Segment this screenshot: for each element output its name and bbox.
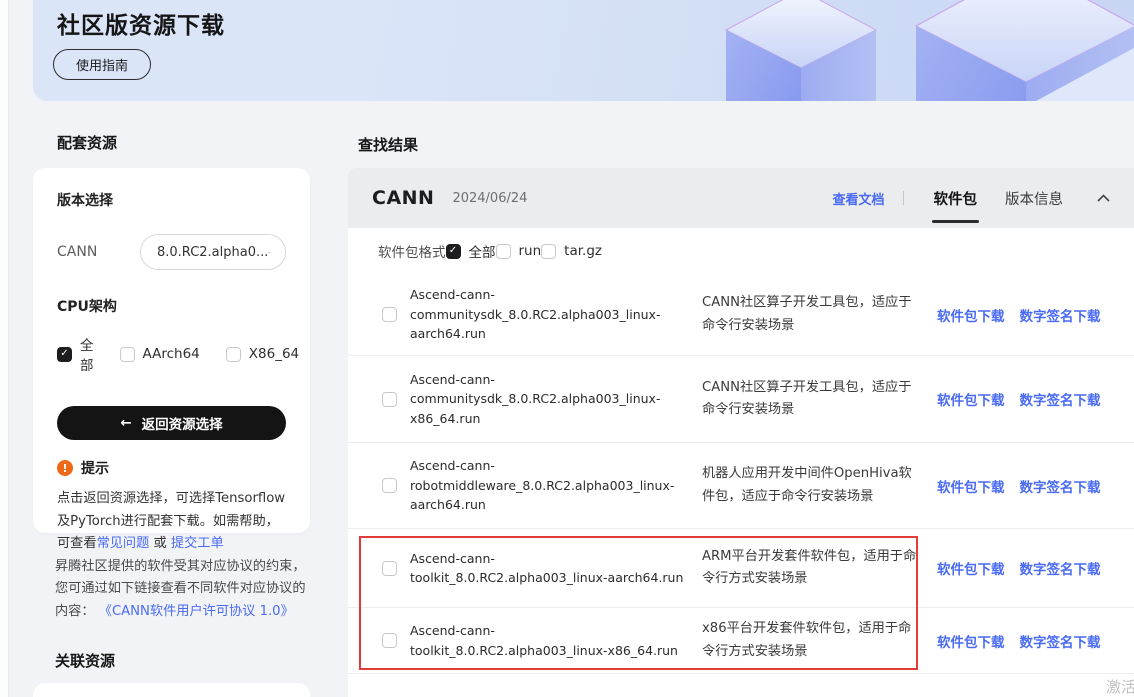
signature-download-link[interactable]: 数字签名下载: [1020, 558, 1101, 578]
package-row: Ascend-cann-robotmiddleware_8.0.RC2.alph…: [348, 443, 1134, 529]
checkbox[interactable]: [446, 244, 461, 259]
page-banner: 社区版资源下载 使用指南: [33, 0, 1134, 101]
arrow-left-icon: ←: [120, 415, 131, 431]
tip-paragraph: 点击返回资源选择，可选择Tensorflow及PyTorch进行配套下载。如需帮…: [57, 488, 289, 556]
checkbox-label: X86_64: [249, 346, 299, 362]
checkbox-label: run: [519, 243, 542, 259]
search-results-heading: 查找结果: [358, 134, 418, 155]
version-filter-card: 版本选择 CANN 8.0.RC2.alpha0... CPU架构 全部 AAr…: [33, 168, 310, 533]
tip-text-or: 或: [149, 536, 171, 551]
checkbox[interactable]: [541, 244, 556, 259]
version-dropdown-value: 8.0.RC2.alpha0...: [157, 245, 268, 260]
signature-download-link[interactable]: 数字签名下载: [1020, 631, 1101, 651]
checkbox-option[interactable]: tar.gz: [541, 243, 602, 259]
checkbox[interactable]: [120, 347, 135, 362]
package-row: Ascend-cann-toolkit_8.0.RC2.alpha003_lin…: [348, 529, 1134, 608]
chevron-up-icon: [1097, 194, 1110, 202]
related-resources-heading: 关联资源: [55, 650, 115, 671]
tab-software-package[interactable]: 软件包: [920, 168, 992, 228]
row-checkbox[interactable]: [382, 478, 397, 493]
user-guide-button[interactable]: 使用指南: [53, 49, 151, 80]
checkbox-label: AArch64: [143, 346, 200, 362]
faq-link[interactable]: 常见问题: [97, 536, 150, 551]
checkbox[interactable]: [226, 347, 241, 362]
package-group-name: CANN: [372, 187, 434, 209]
package-name: Ascend-cann-robotmiddleware_8.0.RC2.alph…: [410, 456, 690, 514]
version-dropdown[interactable]: 8.0.RC2.alpha0...: [140, 234, 286, 270]
release-date: 2024/06/24: [452, 191, 527, 206]
signature-download-link[interactable]: 数字签名下载: [1020, 389, 1101, 409]
row-checkbox[interactable]: [382, 392, 397, 407]
related-resources-card: [33, 683, 310, 697]
checkbox[interactable]: [496, 244, 511, 259]
checkbox-label: 全部: [469, 241, 496, 261]
package-row: Ascend-cann-communitysdk_8.0.RC2.alpha00…: [348, 356, 1134, 443]
activate-watermark: 激活: [1106, 676, 1134, 697]
cann-results-card: CANN 2024/06/24 查看文档 软件包 版本信息 软件包格式 全部 r…: [348, 168, 1134, 697]
cpu-arch-label: CPU架构: [57, 296, 286, 316]
package-download-link[interactable]: 软件包下载: [937, 558, 1005, 578]
submit-ticket-link[interactable]: 提交工单: [171, 536, 224, 551]
checkbox-option[interactable]: X86_64: [226, 346, 299, 362]
product-label: CANN: [57, 244, 97, 260]
package-name: Ascend-cann-communitysdk_8.0.RC2.alpha00…: [410, 285, 690, 343]
page-title: 社区版资源下载: [57, 6, 225, 40]
row-checkbox[interactable]: [382, 307, 397, 322]
collapse-button[interactable]: [1097, 194, 1110, 202]
package-name: Ascend-cann-communitysdk_8.0.RC2.alpha00…: [410, 370, 690, 428]
checkbox[interactable]: [57, 347, 72, 362]
package-description: CANN社区算子开发工具包，适应于命令行安装场景: [702, 377, 920, 422]
package-download-link[interactable]: 软件包下载: [937, 305, 1005, 325]
package-name: Ascend-cann-toolkit_8.0.RC2.alpha003_lin…: [410, 621, 690, 660]
package-description: 机器人应用开发中间件OpenHiva软件包，适应于命令行安装场景: [702, 463, 920, 508]
package-description: ARM平台开发套件软件包，适用于命令行方式安装场景: [702, 546, 920, 591]
page-left-gutter: [0, 0, 9, 697]
license-note: 昇腾社区提供的软件受其对应协议的约束，您可通过如下链接查看不同软件对应协议的内容…: [55, 556, 317, 623]
checkbox-label: tar.gz: [564, 243, 602, 259]
package-download-link[interactable]: 软件包下载: [937, 389, 1005, 409]
results-card-header: CANN 2024/06/24 查看文档 软件包 版本信息: [348, 168, 1134, 228]
checkbox-option[interactable]: run: [496, 243, 542, 259]
signature-download-link[interactable]: 数字签名下载: [1020, 476, 1101, 496]
cubes-illustration: [664, 0, 1134, 101]
package-description: x86平台开发套件软件包，适用于命令行方式安装场景: [702, 618, 920, 663]
back-to-resource-button[interactable]: ← 返回资源选择: [57, 406, 286, 440]
checkbox-option[interactable]: AArch64: [120, 346, 200, 362]
checkbox-label: 全部: [80, 334, 94, 374]
package-description: CANN社区算子开发工具包，适应于命令行安装场景: [702, 292, 920, 337]
package-row: Ascend-cann-toolkit_8.0.RC2.alpha003_lin…: [348, 608, 1134, 674]
tab-version-info[interactable]: 版本信息: [991, 168, 1077, 228]
package-format-label: 软件包格式: [378, 241, 446, 261]
row-checkbox[interactable]: [382, 633, 397, 648]
checkbox-option[interactable]: 全部: [446, 241, 496, 261]
companion-resources-heading: 配套资源: [57, 132, 117, 153]
vertical-divider: [903, 191, 904, 205]
package-row: Ascend-cann-communitysdk_8.0.RC2.alpha00…: [348, 274, 1134, 356]
package-table: Ascend-cann-communitysdk_8.0.RC2.alpha00…: [348, 274, 1134, 674]
cpu-arch-options: 全部 AArch64 X86_64: [57, 334, 286, 374]
version-select-label: 版本选择: [57, 190, 286, 210]
back-button-label: 返回资源选择: [142, 413, 223, 433]
tip-title: 提示: [81, 458, 109, 478]
chevron-down-icon: [268, 249, 271, 256]
package-download-link[interactable]: 软件包下载: [937, 476, 1005, 496]
view-docs-link[interactable]: 查看文档: [832, 189, 884, 208]
alert-icon: !: [57, 460, 73, 476]
checkbox-option[interactable]: 全部: [57, 334, 94, 374]
row-checkbox[interactable]: [382, 561, 397, 576]
package-format-filter: 软件包格式 全部 run tar.gz: [348, 228, 1134, 274]
signature-download-link[interactable]: 数字签名下载: [1020, 305, 1101, 325]
package-download-link[interactable]: 软件包下载: [937, 631, 1005, 651]
license-agreement-link[interactable]: 《CANN软件用户许可协议 1.0》: [99, 604, 294, 619]
package-name: Ascend-cann-toolkit_8.0.RC2.alpha003_lin…: [410, 549, 690, 588]
